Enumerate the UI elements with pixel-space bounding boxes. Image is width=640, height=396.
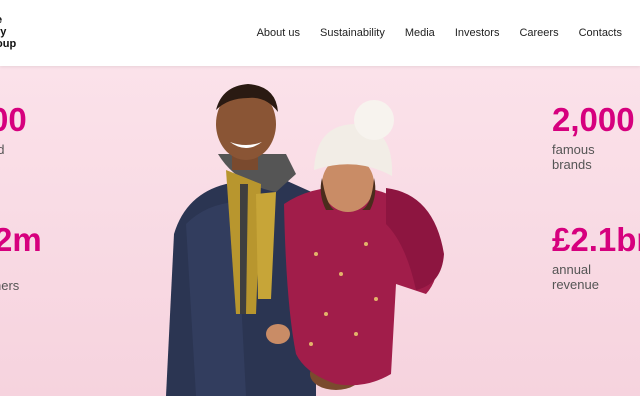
stat-right-2-value: £2.1br [552,221,640,258]
logo-line-2: ry [0,26,7,38]
stat-right-1-desc-2: brands [552,157,592,172]
stat-left-2-value: 2m [0,221,42,258]
logo[interactable]: e ry oup [0,14,16,50]
stat-left-2: 2m ners [0,221,42,294]
hero-photo [166,84,444,396]
stat-right-1-value: 2,000 [552,101,635,138]
nav-sustainability[interactable]: Sustainability [320,27,385,39]
stat-right-2-desc-1: annual [552,262,592,277]
stat-right-2-desc-2: revenue [552,277,599,292]
nav-media[interactable]: Media [405,27,435,39]
main-nav: About us Sustainability Media Investors … [257,27,640,39]
stat-left-2-desc: ners [0,278,20,293]
logo-line-1: e [0,14,16,26]
site-header: e ry oup About us Sustainability Media I… [0,0,640,66]
stat-right-1: 2,000 famous brands [552,101,635,173]
logo-line-3: oup [0,38,17,50]
nav-investors[interactable]: Investors [455,27,500,39]
nav-careers[interactable]: Careers [519,27,558,39]
stat-left-1-desc: ed [0,142,5,157]
nav-about-us[interactable]: About us [257,27,300,39]
stat-right-2: £2.1br annual revenue [552,221,640,293]
stat-left-1-value: 00 [0,101,27,138]
stat-right-1-desc-1: famous [552,142,595,157]
nav-contacts[interactable]: Contacts [579,27,622,39]
stat-left-1: 00 ed [0,101,27,158]
